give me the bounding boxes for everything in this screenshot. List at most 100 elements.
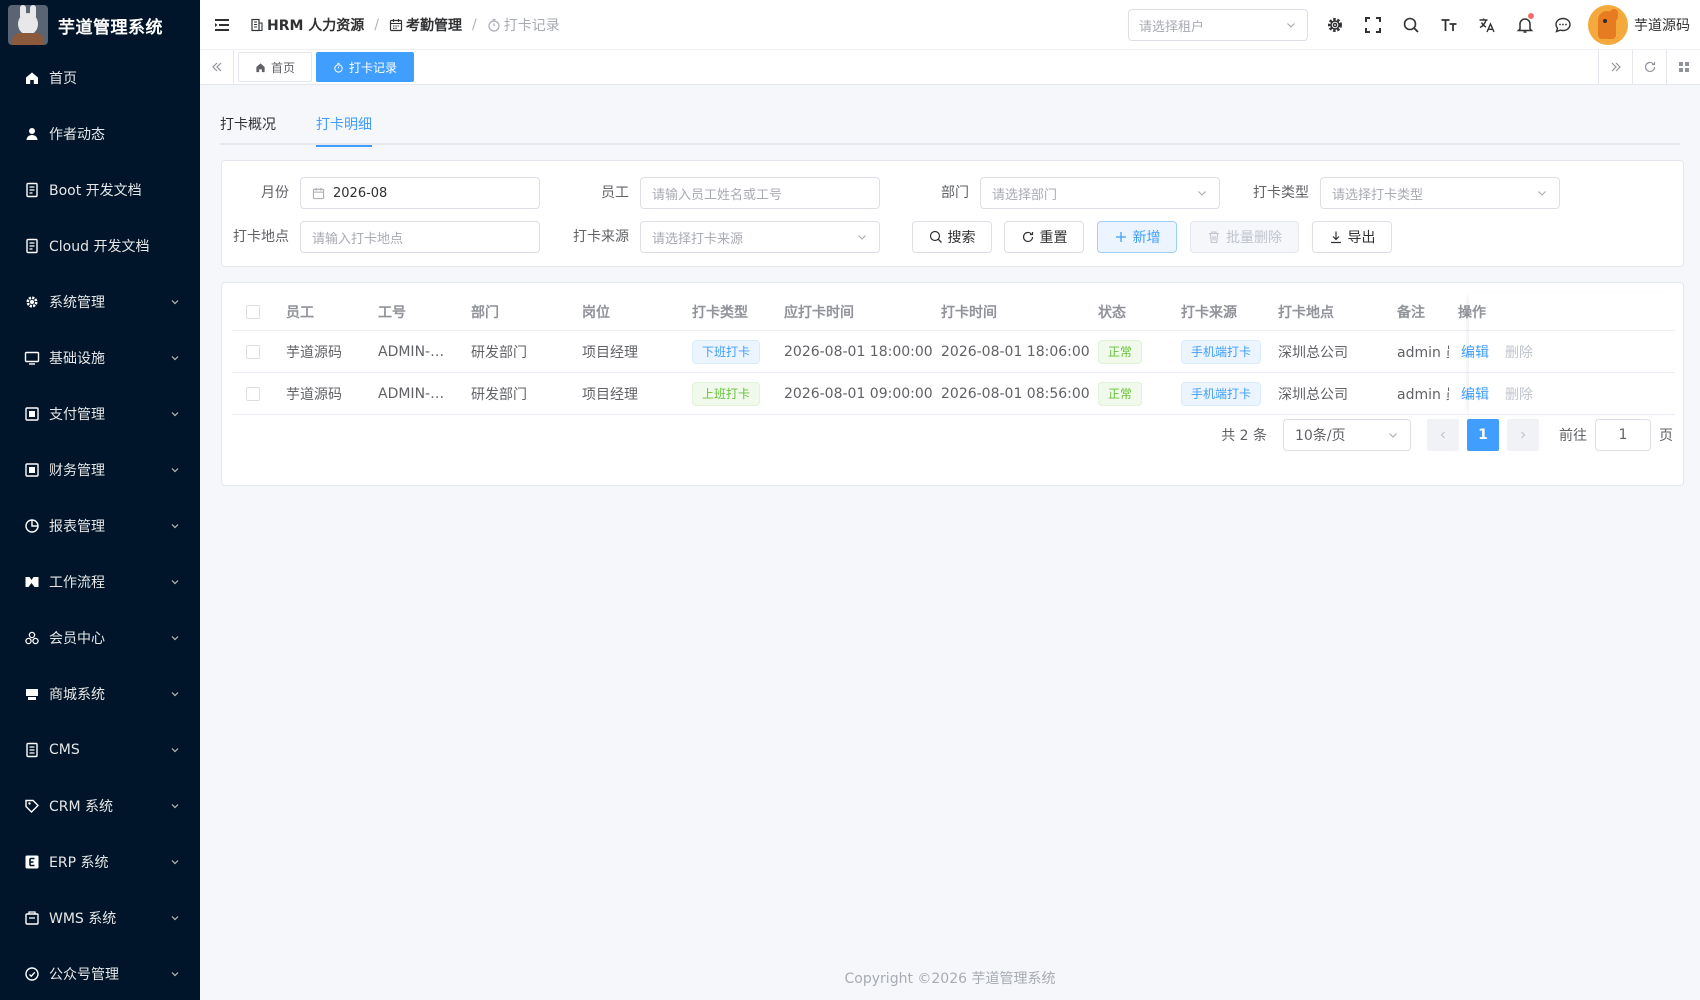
cell-status: 正常 (1098, 373, 1143, 414)
fullscreen-button[interactable] (1354, 0, 1392, 50)
user-menu[interactable]: 芋道源码 (1588, 5, 1700, 45)
sidebar-item-workflow[interactable]: 工作流程 (0, 554, 200, 610)
messages-button[interactable] (1544, 0, 1582, 50)
font-size-button[interactable] (1430, 0, 1468, 50)
employee-label: 员工 (601, 185, 629, 201)
breadcrumb-item-attendance[interactable]: 考勤管理 (389, 15, 462, 35)
batch-delete-button[interactable]: 批量删除 (1190, 221, 1299, 253)
month-picker[interactable]: 2026-08 (300, 177, 540, 209)
settings-button[interactable] (1316, 0, 1354, 50)
location-placeholder: 请输入打卡地点 (312, 231, 404, 247)
finance-icon (25, 463, 39, 477)
sidebar-item-reports[interactable]: 报表管理 (0, 498, 200, 554)
select-all-checkbox[interactable] (246, 304, 260, 319)
breadcrumb-item-hrm[interactable]: HRM 人力资源 (250, 15, 364, 35)
hamburger-icon[interactable] (212, 15, 232, 35)
sidebar-item-boot-docs[interactable]: Boot 开发文档 (0, 162, 200, 218)
column-header[interactable]: 部门 (471, 293, 499, 330)
column-header[interactable]: 状态 (1098, 293, 1126, 330)
sidebar-item-wms[interactable]: WMS 系统 (0, 890, 200, 946)
table-row[interactable]: 芋道源码 ADMIN-… 研发部门 项目经理 下班打卡 2026-08-01 1… (232, 331, 1675, 373)
search-icon (929, 230, 942, 243)
download-icon (1330, 231, 1341, 244)
tag-home[interactable]: 首页 (238, 52, 313, 82)
punch-source-select[interactable]: 请选择打卡来源 (640, 221, 880, 253)
tenant-select-placeholder: 请选择租户 (1139, 19, 1205, 35)
sidebar-item-home[interactable]: 首页 (0, 50, 200, 106)
language-button[interactable] (1468, 0, 1506, 50)
sidebar-item-infra[interactable]: 基础设施 (0, 330, 200, 386)
logo[interactable]: 芋道管理系统 (0, 0, 200, 50)
sidebar-item-members[interactable]: 会员中心 (0, 610, 200, 666)
tags-scroll-right-button[interactable] (1598, 50, 1632, 84)
cell-emp-no: ADMIN-… (378, 385, 445, 402)
tags-menu-button[interactable] (1666, 50, 1700, 84)
tenant-select[interactable]: 请选择租户 (1128, 9, 1308, 41)
search-button[interactable] (1392, 0, 1430, 50)
punch-source-placeholder: 请选择打卡来源 (652, 231, 744, 247)
chat-icon (1555, 17, 1571, 33)
column-header[interactable]: 员工 (286, 293, 314, 330)
tags-refresh-button[interactable] (1632, 50, 1666, 84)
pagination-total: 共 2 条 (1221, 428, 1267, 444)
page-number-current[interactable]: 1 (1467, 419, 1499, 451)
sidebar-item-cloud-docs[interactable]: Cloud 开发文档 (0, 218, 200, 274)
sidebar-item-author-news[interactable]: 作者动态 (0, 106, 200, 162)
department-placeholder: 请选择部门 (992, 187, 1058, 203)
delete-link[interactable]: 删除 (1505, 342, 1533, 362)
column-header[interactable]: 备注 (1397, 293, 1425, 330)
breadcrumb-item-records: 打卡记录 (487, 15, 560, 35)
edit-link[interactable]: 编辑 (1461, 384, 1489, 404)
page-size-select[interactable]: 10条/页 (1283, 419, 1411, 451)
double-chevron-right-icon (1611, 62, 1621, 72)
delete-link[interactable]: 删除 (1505, 384, 1533, 404)
column-header[interactable]: 岗位 (582, 293, 610, 330)
prev-page-button[interactable] (1427, 419, 1459, 451)
sidebar-item-wechat[interactable]: 公众号管理 (0, 946, 200, 1000)
sidebar-item-crm[interactable]: CRM 系统 (0, 778, 200, 834)
punch-type-select[interactable]: 请选择打卡类型 (1320, 177, 1560, 209)
row-checkbox[interactable] (246, 386, 260, 401)
column-header[interactable]: 应打卡时间 (784, 293, 854, 330)
edit-link[interactable]: 编辑 (1461, 342, 1489, 362)
export-button[interactable]: 导出 (1312, 221, 1392, 253)
sidebar-item-mall[interactable]: 商城系统 (0, 666, 200, 722)
sidebar-item-finance[interactable]: 财务管理 (0, 442, 200, 498)
cell-emp-no: ADMIN-… (378, 343, 445, 360)
tags-scroll-left-button[interactable] (200, 50, 234, 84)
column-header[interactable]: 打卡类型 (692, 293, 748, 330)
search-button[interactable]: 搜索 (912, 221, 992, 253)
punch-type-placeholder: 请选择打卡类型 (1332, 187, 1424, 203)
tag-punch-records[interactable]: 打卡记录 (316, 52, 415, 82)
refresh-icon (1022, 231, 1033, 243)
sidebar-item-cms[interactable]: CMS (0, 722, 200, 778)
column-header[interactable]: 打卡时间 (941, 293, 997, 330)
notifications-button[interactable] (1506, 0, 1544, 50)
building-icon (251, 18, 263, 31)
department-select[interactable]: 请选择部门 (980, 177, 1220, 209)
header-actions: 请选择租户 芋道源码 (1128, 0, 1700, 50)
top-header: HRM 人力资源 / 考勤管理 / 打卡记录 请选择租户 芋道源码 (200, 0, 1700, 50)
chevron-down-icon (171, 356, 179, 361)
column-header[interactable]: 打卡地点 (1278, 293, 1334, 330)
table-row[interactable]: 芋道源码 ADMIN-… 研发部门 项目经理 上班打卡 2026-08-01 0… (232, 373, 1675, 415)
sidebar-item-label: 财务管理 (49, 463, 105, 479)
add-button[interactable]: 新增 (1097, 221, 1177, 253)
sidebar: 芋道管理系统 首页 作者动态 Boot 开发文档 Cloud 开发文档 系统管理… (0, 0, 200, 1000)
chevron-down-icon (171, 804, 179, 809)
sidebar-item-payment[interactable]: 支付管理 (0, 386, 200, 442)
column-header[interactable]: 打卡来源 (1181, 293, 1237, 330)
column-header[interactable]: 工号 (378, 293, 406, 330)
row-checkbox[interactable] (246, 344, 260, 359)
chevron-left-icon (1440, 431, 1445, 439)
sidebar-item-system[interactable]: 系统管理 (0, 274, 200, 330)
monitor-icon (24, 351, 40, 365)
tab-punch-overview[interactable]: 打卡概况 (220, 105, 276, 145)
employee-input[interactable]: 请输入员工姓名或工号 (640, 177, 880, 209)
next-page-button[interactable] (1507, 419, 1539, 451)
tab-punch-details[interactable]: 打卡明细 (316, 105, 372, 147)
reset-button[interactable]: 重置 (1004, 221, 1084, 253)
goto-page-input[interactable]: 1 (1595, 419, 1651, 451)
location-input[interactable]: 请输入打卡地点 (300, 221, 540, 253)
sidebar-item-erp[interactable]: ERP 系统 (0, 834, 200, 890)
